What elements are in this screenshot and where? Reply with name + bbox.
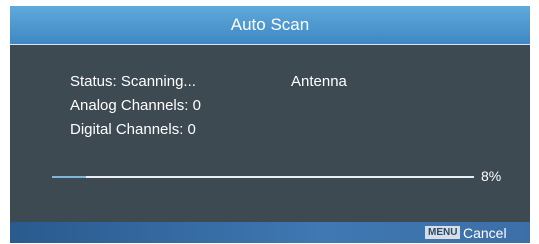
analog-channel-count: Analog Channels: 0 <box>70 97 201 114</box>
scan-progress-percent: 8% <box>481 168 502 184</box>
cancel-button[interactable]: Cancel <box>463 224 507 242</box>
title-divider <box>10 44 530 45</box>
dialog-title: Auto Scan <box>10 6 530 44</box>
auto-scan-dialog: Auto Scan Status: Scanning... Antenna An… <box>10 6 530 243</box>
scan-progress-bar <box>52 176 474 178</box>
scan-progress-fill <box>52 176 86 178</box>
scan-status: Status: Scanning... <box>70 73 196 90</box>
menu-key-badge: MENU <box>425 226 461 239</box>
scan-source: Antenna <box>291 73 347 90</box>
digital-channel-count: Digital Channels: 0 <box>70 121 196 138</box>
